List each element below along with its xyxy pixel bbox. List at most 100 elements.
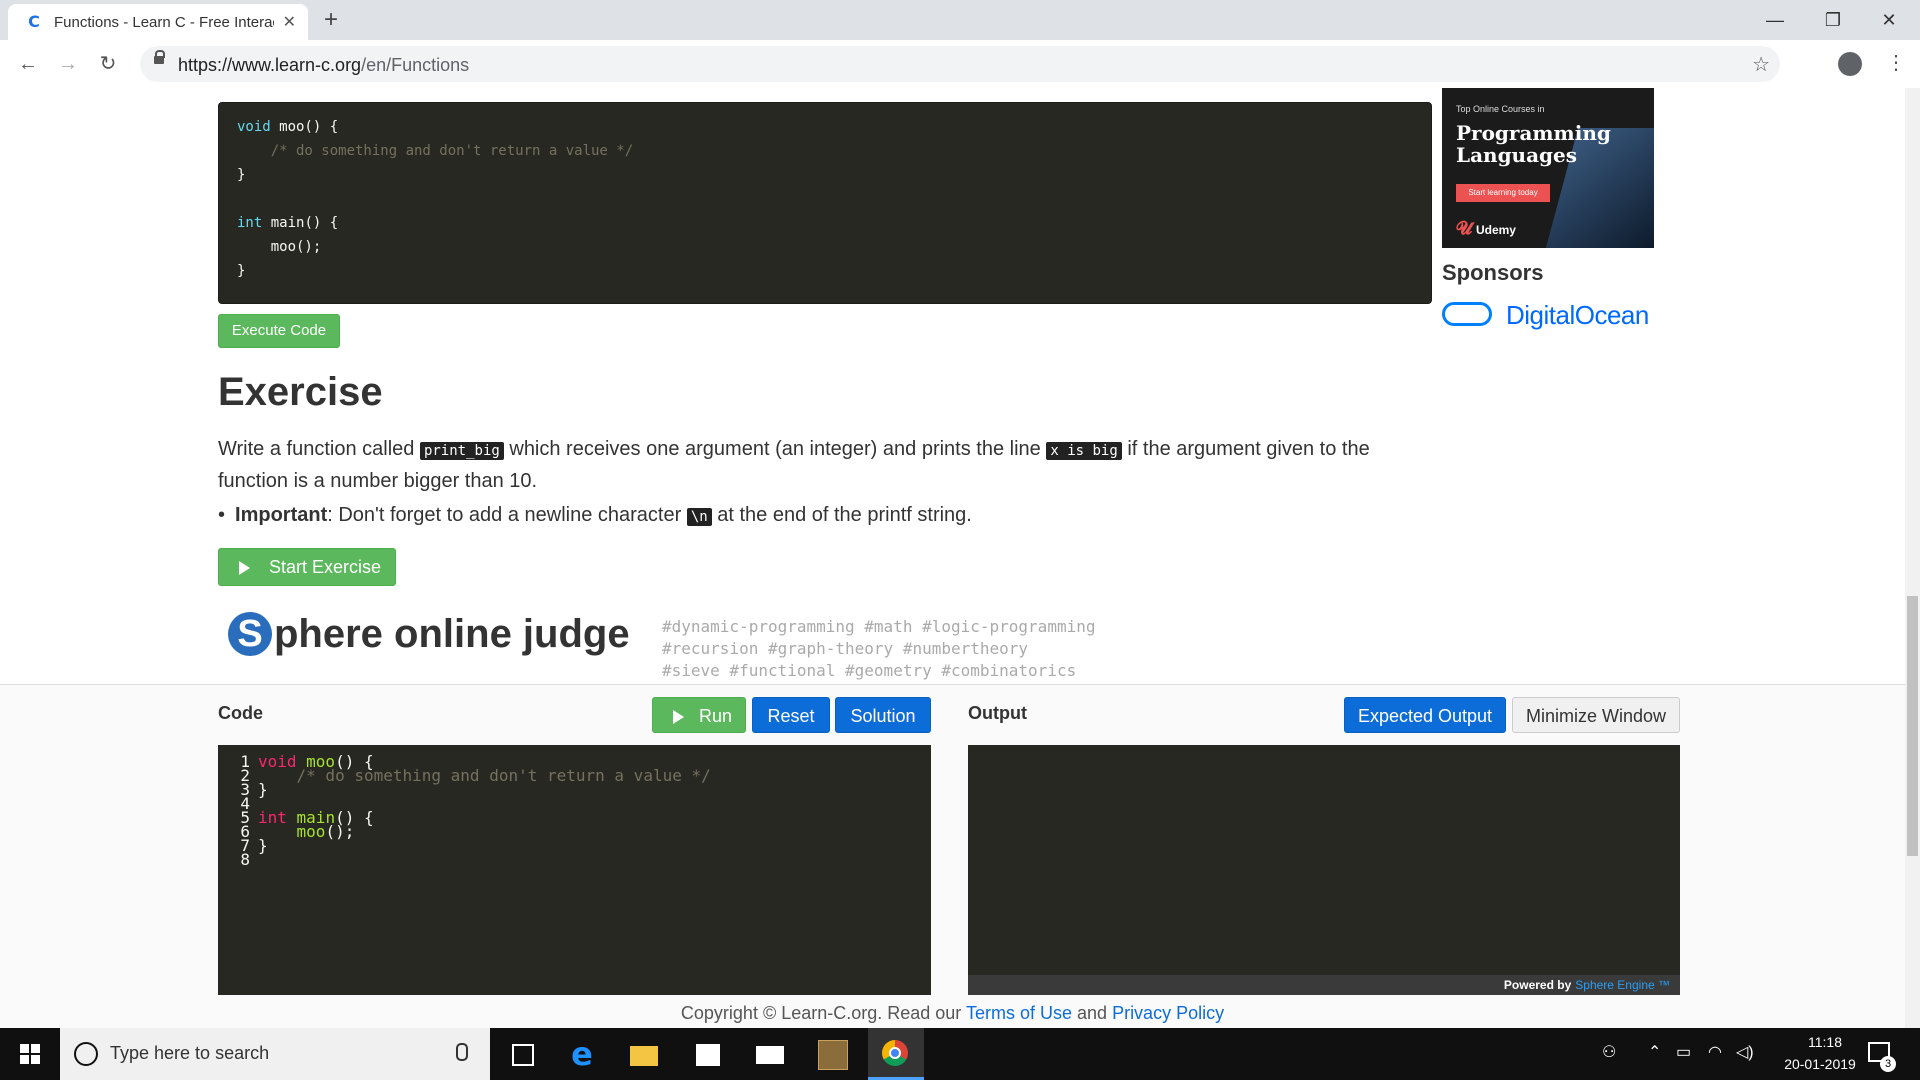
play-icon bbox=[673, 710, 684, 724]
url-path: /en/Functions bbox=[361, 55, 470, 75]
sphere-engine-link[interactable]: Sphere Engine ™ bbox=[1575, 978, 1670, 992]
sponsors-heading: Sponsors bbox=[1442, 260, 1544, 285]
spoj-tags: #dynamic-programming #math #logic-progra… bbox=[662, 616, 1162, 682]
reload-icon[interactable]: ↻ bbox=[94, 50, 122, 78]
ad-title: Programming Languages bbox=[1456, 121, 1611, 167]
exercise-description: Write a function called print_big which … bbox=[218, 438, 1370, 492]
browser-toolbar: ← → ↻ https://www.learn-c.org/en/Functio… bbox=[0, 40, 1920, 89]
edge-icon[interactable]: e bbox=[560, 1036, 604, 1072]
terms-link[interactable]: Terms of Use bbox=[966, 1003, 1072, 1023]
code-line: /* do something and don't return a value… bbox=[237, 143, 634, 159]
code-line: int main() { bbox=[237, 215, 339, 231]
powered-by: Powered by Sphere Engine ™ bbox=[968, 975, 1680, 995]
inline-code: x is big bbox=[1046, 442, 1122, 460]
cortana-icon bbox=[74, 1042, 98, 1066]
code-sample: void moo() { /* do something and don't r… bbox=[218, 102, 1432, 304]
tag-line: #sieve #functional #geometry #combinator… bbox=[662, 661, 1077, 680]
cloud-icon bbox=[1442, 302, 1492, 326]
code-token: (); bbox=[325, 822, 355, 841]
mail-icon[interactable] bbox=[748, 1036, 792, 1072]
exercise-heading: Exercise bbox=[218, 370, 383, 414]
file-explorer-icon[interactable] bbox=[622, 1036, 666, 1072]
windows-taskbar: Type here to search e ⚇ ⌃ ▭ ◠ ◁) 11:18 2… bbox=[0, 1028, 1920, 1080]
important-note: • Important: Don't forget to add a newlin… bbox=[218, 504, 972, 526]
show-hidden-icons-icon[interactable]: ⌃ bbox=[1648, 1042, 1661, 1062]
bookmark-star-icon[interactable]: ☆ bbox=[1752, 52, 1770, 77]
close-window-icon[interactable]: ✕ bbox=[1866, 6, 1912, 34]
code-token: } bbox=[258, 780, 268, 799]
lock-icon bbox=[154, 50, 165, 64]
tag-line: #recursion #graph-theory #numbertheory bbox=[662, 639, 1029, 658]
code-line: } bbox=[237, 263, 246, 279]
browser-tab-bar: C Functions - Learn C - Free Interac ✕ +… bbox=[0, 0, 1920, 40]
spoj-wordmark: phere online judge bbox=[274, 612, 630, 656]
search-placeholder: Type here to search bbox=[110, 1043, 270, 1063]
notification-count: 3 bbox=[1880, 1056, 1896, 1072]
clock-date[interactable]: 20-01-2019 bbox=[1770, 1056, 1870, 1072]
app-icon[interactable] bbox=[810, 1036, 854, 1072]
windows-start-icon[interactable] bbox=[0, 1028, 60, 1080]
privacy-link[interactable]: Privacy Policy bbox=[1112, 1003, 1224, 1023]
minimize-window-icon[interactable]: — bbox=[1752, 6, 1798, 34]
code-line: void moo() { bbox=[237, 119, 339, 135]
url-host: https://www.learn-c.org bbox=[178, 55, 362, 75]
favicon-icon: C bbox=[28, 12, 40, 31]
code-editor[interactable]: 1 void moo() {2 /* do something and don't… bbox=[218, 745, 931, 995]
ad-brand: 𝓤 Udemy bbox=[1456, 218, 1516, 238]
page-content: void moo() { /* do something and don't r… bbox=[0, 88, 1905, 684]
code-line: moo(); bbox=[237, 239, 322, 255]
volume-icon[interactable]: ◁) bbox=[1736, 1042, 1754, 1062]
udemy-icon: 𝓤 bbox=[1456, 218, 1472, 238]
restore-window-icon[interactable]: ❐ bbox=[1810, 6, 1856, 34]
back-icon[interactable]: ← bbox=[14, 50, 42, 78]
forward-icon[interactable]: → bbox=[54, 50, 82, 78]
microphone-icon[interactable] bbox=[456, 1043, 468, 1061]
code-label: Code bbox=[218, 703, 263, 723]
spoj-s-mark: S bbox=[228, 612, 272, 656]
ad-cta: Start learning today bbox=[1456, 184, 1550, 202]
function-token: moo bbox=[258, 822, 326, 841]
page-scrollbar[interactable] bbox=[1905, 88, 1920, 1028]
new-tab-icon[interactable]: + bbox=[324, 6, 338, 34]
play-icon bbox=[239, 561, 250, 575]
clock-time[interactable]: 11:18 bbox=[1790, 1034, 1860, 1050]
run-button[interactable]: Run bbox=[652, 697, 746, 733]
comment-token: /* do something and don't return a value… bbox=[296, 766, 711, 785]
wifi-icon[interactable]: ◠ bbox=[1708, 1042, 1722, 1062]
browser-tab[interactable]: C Functions - Learn C - Free Interac ✕ bbox=[8, 4, 308, 40]
battery-icon[interactable]: ▭ bbox=[1676, 1042, 1691, 1062]
output-label: Output bbox=[968, 703, 1027, 723]
expected-output-button[interactable]: Expected Output bbox=[1344, 697, 1506, 733]
people-icon[interactable]: ⚇ bbox=[1602, 1042, 1616, 1062]
execute-code-button[interactable]: Execute Code bbox=[218, 314, 340, 348]
profile-icon[interactable] bbox=[1838, 52, 1862, 76]
solution-button[interactable]: Solution bbox=[835, 697, 931, 733]
tag-line: #dynamic-programming #math #logic-progra… bbox=[662, 617, 1096, 636]
editor-line[interactable]: 2 /* do something and don't return a val… bbox=[218, 766, 711, 785]
copyright-footer: Copyright © Learn-C.org. Read our Terms … bbox=[680, 1003, 1225, 1023]
inline-code: print_big bbox=[419, 442, 504, 460]
taskbar-search[interactable]: Type here to search bbox=[60, 1028, 490, 1080]
inline-code: \n bbox=[686, 508, 712, 526]
url-text[interactable]: https://www.learn-c.org/en/Functions bbox=[178, 55, 469, 76]
code-line: } bbox=[237, 167, 246, 183]
editor-line[interactable]: 8 bbox=[218, 851, 258, 868]
scrollbar-thumb[interactable] bbox=[1907, 596, 1918, 856]
output-console bbox=[968, 745, 1680, 995]
task-view-icon[interactable] bbox=[500, 1036, 544, 1072]
sponsor-name: DigitalOcean bbox=[1506, 300, 1649, 330]
code-token: } bbox=[258, 836, 268, 855]
exercise-panel: Code Run Reset Solution Output Expected … bbox=[0, 684, 1905, 1030]
chrome-icon[interactable] bbox=[868, 1028, 924, 1080]
minimize-window-button[interactable]: Minimize Window bbox=[1512, 697, 1680, 733]
tab-title: Functions - Learn C - Free Interac bbox=[54, 14, 274, 31]
reset-button[interactable]: Reset bbox=[752, 697, 830, 733]
ad-subtitle: Top Online Courses in bbox=[1456, 104, 1545, 114]
udemy-ad-banner[interactable]: Top Online Courses in Programming Langua… bbox=[1442, 88, 1654, 248]
address-bar[interactable]: https://www.learn-c.org/en/Functions ☆ bbox=[140, 46, 1780, 82]
start-exercise-button[interactable]: Start Exercise bbox=[218, 548, 396, 586]
store-icon[interactable] bbox=[686, 1036, 730, 1072]
close-tab-icon[interactable]: ✕ bbox=[283, 12, 296, 32]
browser-menu-icon[interactable]: ⋮ bbox=[1886, 50, 1906, 75]
line-number: 8 bbox=[240, 850, 250, 869]
